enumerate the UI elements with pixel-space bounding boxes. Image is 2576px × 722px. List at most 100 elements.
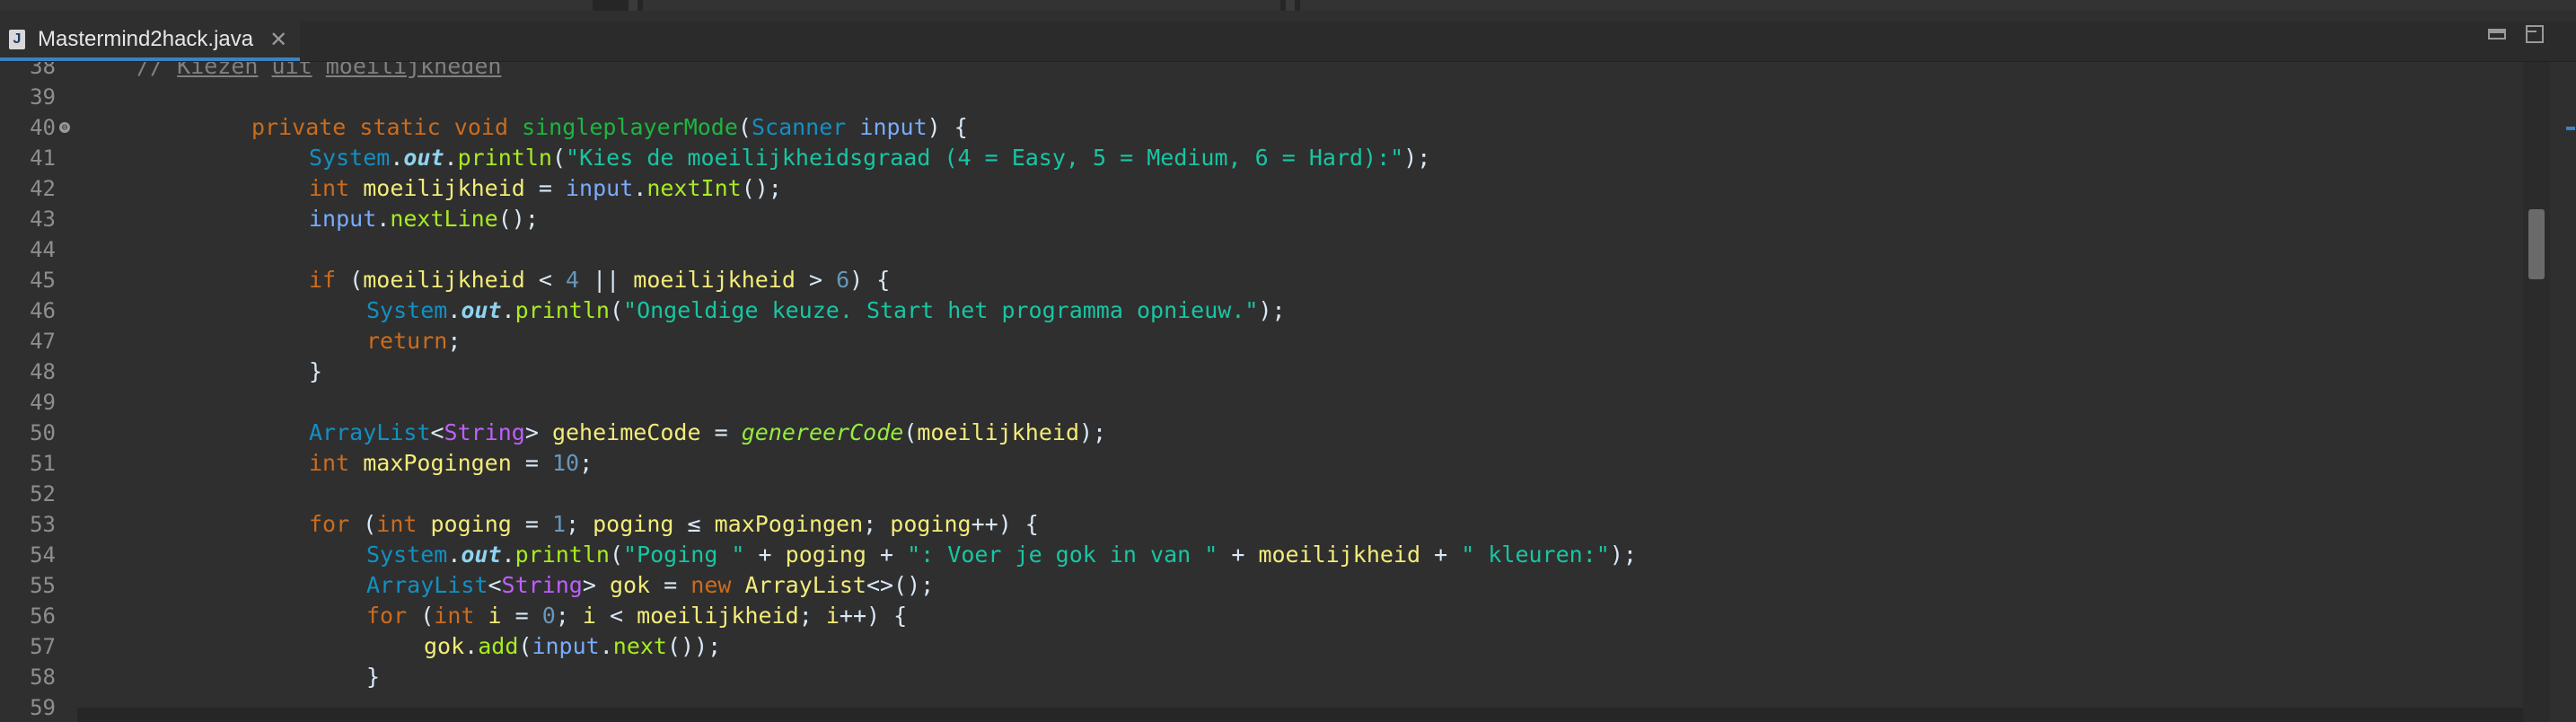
line-number: 49 (30, 390, 56, 415)
code-token: ( (609, 542, 624, 568)
code-token: ( (407, 603, 435, 629)
code-token: ; (555, 603, 583, 629)
code-token: moeilijkheid (917, 419, 1079, 445)
code-line[interactable]: ArrayList<String> geheimeCode = genereer… (309, 418, 1106, 448)
code-token: } (309, 358, 323, 384)
code-token: . (464, 633, 479, 659)
tab-title: Mastermind2hack.java (38, 27, 254, 51)
code-line[interactable]: System.out.println("Ongeldige keuze. Sta… (366, 295, 1286, 326)
code-token: = (511, 511, 552, 537)
code-line[interactable]: System.out.println("Kies de moeilijkheid… (309, 143, 1430, 173)
code-token: ( (518, 633, 532, 659)
code-token: ArrayList (366, 572, 488, 598)
code-line[interactable]: int maxPogingen = 10; (309, 448, 593, 479)
code-line[interactable]: for (int i = 0; i < moeilijkheid; i++) { (366, 601, 907, 631)
code-line[interactable]: ArrayList<String> gok = new ArrayList<>(… (366, 570, 934, 601)
code-line[interactable]: gok.add(input.next()); (424, 631, 721, 662)
code-token: println (457, 145, 552, 171)
code-token: System (366, 542, 448, 568)
editor-tab-mastermind2hack[interactable]: J Mastermind2hack.java ✕ (0, 22, 301, 61)
panel-divider-right (1300, 0, 2576, 11)
code-token: ArrayList (744, 572, 866, 598)
code-line[interactable]: return; (366, 326, 461, 357)
code-line[interactable]: } (309, 357, 322, 387)
code-token: println (514, 542, 610, 568)
line-number: 38 (30, 62, 56, 79)
code-token: int (434, 603, 475, 629)
code-token: 1 (551, 511, 567, 537)
line-number: 39 (30, 84, 56, 110)
code-token: ( (737, 114, 752, 140)
line-number: 55 (30, 573, 56, 598)
code-token: 6 (836, 267, 850, 293)
maximize-icon[interactable] (2526, 25, 2544, 43)
code-line[interactable]: for (int poging = 1; poging ≤ maxPoginge… (309, 509, 1039, 540)
code-token: for (366, 603, 408, 629)
code-token: moeilijkheden (325, 62, 502, 79)
code-token: poging (785, 542, 866, 568)
code-token: ( (903, 419, 918, 445)
code-token: > (795, 267, 837, 293)
code-token: int (309, 175, 350, 201)
code-line[interactable]: } (366, 662, 380, 692)
code-token: singleplayerMode (522, 114, 738, 140)
code-token: ); (1079, 419, 1107, 445)
code-token: ) { (927, 114, 968, 140)
code-token: < (430, 419, 444, 445)
code-token: input (309, 206, 377, 232)
panel-divider-mid (643, 0, 1280, 11)
code-token: out (461, 297, 502, 323)
code-token: nextLine (390, 206, 498, 232)
code-line[interactable]: int moeilijkheid = input.nextInt(); (309, 173, 782, 204)
code-token: = (524, 175, 566, 201)
code-token: genereerCode (741, 419, 904, 445)
code-token: . (447, 297, 462, 323)
code-token: . (599, 633, 613, 659)
code-line[interactable]: input.nextLine(); (309, 204, 539, 234)
minimize-icon[interactable] (2488, 29, 2506, 40)
code-token: 0 (541, 603, 556, 629)
code-line[interactable]: if (moeilijkheid < 4 || moeilijkheid > 6… (309, 265, 890, 295)
code-token: 4 (566, 267, 580, 293)
code-token: . (501, 542, 515, 568)
overview-ruler-marker[interactable] (2566, 127, 2575, 130)
code-token: + (866, 542, 908, 568)
code-token: maxPogingen (363, 450, 512, 476)
panel-divider-left (0, 0, 593, 11)
horizontal-scrollbar[interactable] (77, 708, 2523, 722)
line-number: 57 (30, 634, 56, 659)
vertical-scrollbar[interactable] (2523, 62, 2550, 722)
code-token: for (309, 511, 350, 537)
close-icon[interactable]: ✕ (269, 27, 287, 53)
line-number: 56 (30, 603, 56, 629)
code-token: out (461, 542, 502, 568)
view-controls (2488, 25, 2544, 43)
code-token: new (690, 572, 732, 598)
code-line[interactable]: // Kiezen uit moeilijkheden (136, 62, 501, 82)
code-token: System (309, 145, 391, 171)
code-token: . (390, 145, 404, 171)
code-token: ": Voer je gok in van " (907, 542, 1218, 568)
code-token: i (582, 603, 596, 629)
code-token: geheimeCode (551, 419, 701, 445)
code-token: + (744, 542, 786, 568)
code-line[interactable]: System.out.println("Poging " + poging + … (366, 540, 1637, 570)
line-number-gutter: 38 39 40 ⊖ 41 42 43 44 45 46 47 48 49 50 51 52 53 54 55 56 5… (0, 62, 72, 722)
panel-divider-b (1286, 0, 1295, 11)
code-editor[interactable]: 38 39 40 ⊖ 41 42 43 44 45 46 47 48 49 50 51 52 53 54 55 56 5… (0, 62, 2523, 722)
code-token: (); (497, 206, 539, 232)
line-number: 59 (30, 695, 56, 720)
vertical-scrollbar-thumb[interactable] (2528, 209, 2545, 279)
fold-collapse-icon[interactable]: ⊖ (59, 122, 70, 133)
code-line[interactable]: private static void singleplayerMode(Sca… (251, 112, 968, 143)
eclipse-editor-window: J Mastermind2hack.java ✕ 38 39 40 ⊖ 41 42 43 44… (0, 0, 2576, 722)
